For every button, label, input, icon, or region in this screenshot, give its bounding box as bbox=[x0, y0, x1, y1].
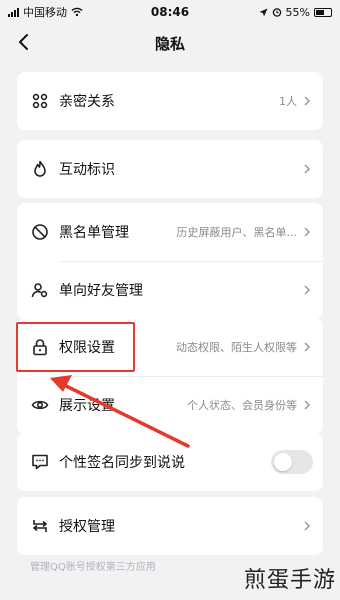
chevron-right-icon bbox=[304, 96, 311, 106]
intimate-relationship-icon bbox=[32, 93, 48, 109]
setting-row-blocklist[interactable]: 黑名单管理 历史屏蔽用户、黑名单... bbox=[17, 203, 323, 261]
setting-row-intimate[interactable]: 亲密关系 1人 bbox=[17, 72, 323, 130]
setting-row-interaction[interactable]: 互动标识 bbox=[17, 140, 323, 198]
flame-icon bbox=[34, 160, 46, 177]
setting-value: 动态权限、陌生人权限等 bbox=[176, 341, 297, 354]
setting-label: 展示设置 bbox=[59, 398, 115, 414]
status-right: 55% bbox=[259, 6, 332, 19]
setting-label: 互动标识 bbox=[59, 162, 115, 178]
page-title: 隐私 bbox=[154, 34, 185, 53]
chevron-right-icon bbox=[304, 342, 311, 352]
authorization-icon bbox=[32, 520, 48, 532]
alarm-icon bbox=[272, 8, 281, 17]
chevron-right-icon bbox=[304, 164, 311, 174]
setting-row-oneway-friends[interactable]: 单向好友管理 bbox=[17, 261, 323, 319]
setting-value: 1人 bbox=[279, 95, 297, 108]
eye-icon bbox=[31, 400, 49, 410]
chevron-right-icon bbox=[304, 285, 311, 295]
status-left: 中国移动 bbox=[8, 4, 259, 20]
setting-label: 亲密关系 bbox=[59, 94, 115, 110]
authorization-footnote: 管理QQ账号授权第三方应用 bbox=[30, 562, 156, 573]
block-icon bbox=[32, 224, 48, 240]
setting-label: 单向好友管理 bbox=[59, 283, 143, 299]
highlight-box bbox=[16, 322, 135, 372]
carrier-label: 中国移动 bbox=[23, 6, 67, 19]
setting-label: 授权管理 bbox=[59, 519, 115, 535]
battery-percent: 55% bbox=[285, 5, 310, 19]
user-settings-icon bbox=[31, 283, 48, 298]
card-authorization: 授权管理 bbox=[17, 497, 323, 555]
back-arrow-icon[interactable] bbox=[12, 30, 36, 54]
setting-label: 黑名单管理 bbox=[59, 225, 129, 241]
signature-sync-toggle[interactable] bbox=[271, 450, 313, 474]
chevron-right-icon bbox=[304, 400, 311, 410]
card-signature: 个性签名同步到说说 bbox=[17, 433, 323, 491]
setting-label: 个性签名同步到说说 bbox=[59, 455, 185, 471]
message-icon bbox=[32, 454, 48, 470]
chevron-right-icon bbox=[304, 227, 311, 237]
watermark: 煎蛋手游 bbox=[243, 568, 336, 593]
setting-value: 个人状态、会员身份等 bbox=[187, 399, 297, 412]
wifi-icon bbox=[71, 7, 83, 17]
nav-bar: 隐私 bbox=[0, 24, 340, 62]
setting-value: 历史屏蔽用户、黑名单... bbox=[176, 226, 298, 239]
battery-icon bbox=[314, 7, 332, 17]
location-icon bbox=[259, 8, 268, 16]
card-blocklist: 黑名单管理 历史屏蔽用户、黑名单... 单向好友管理 bbox=[17, 203, 323, 319]
setting-row-display[interactable]: 展示设置 个人状态、会员身份等 bbox=[17, 376, 323, 434]
signal-icon bbox=[8, 7, 19, 17]
card-interaction: 互动标识 bbox=[17, 140, 323, 198]
chevron-right-icon bbox=[304, 521, 311, 531]
status-bar: 中国移动 08:46 55% bbox=[0, 0, 340, 24]
setting-row-authorization[interactable]: 授权管理 bbox=[17, 497, 323, 555]
card-intimate: 亲密关系 1人 bbox=[17, 72, 323, 130]
setting-row-signature-sync: 个性签名同步到说说 bbox=[17, 433, 323, 491]
